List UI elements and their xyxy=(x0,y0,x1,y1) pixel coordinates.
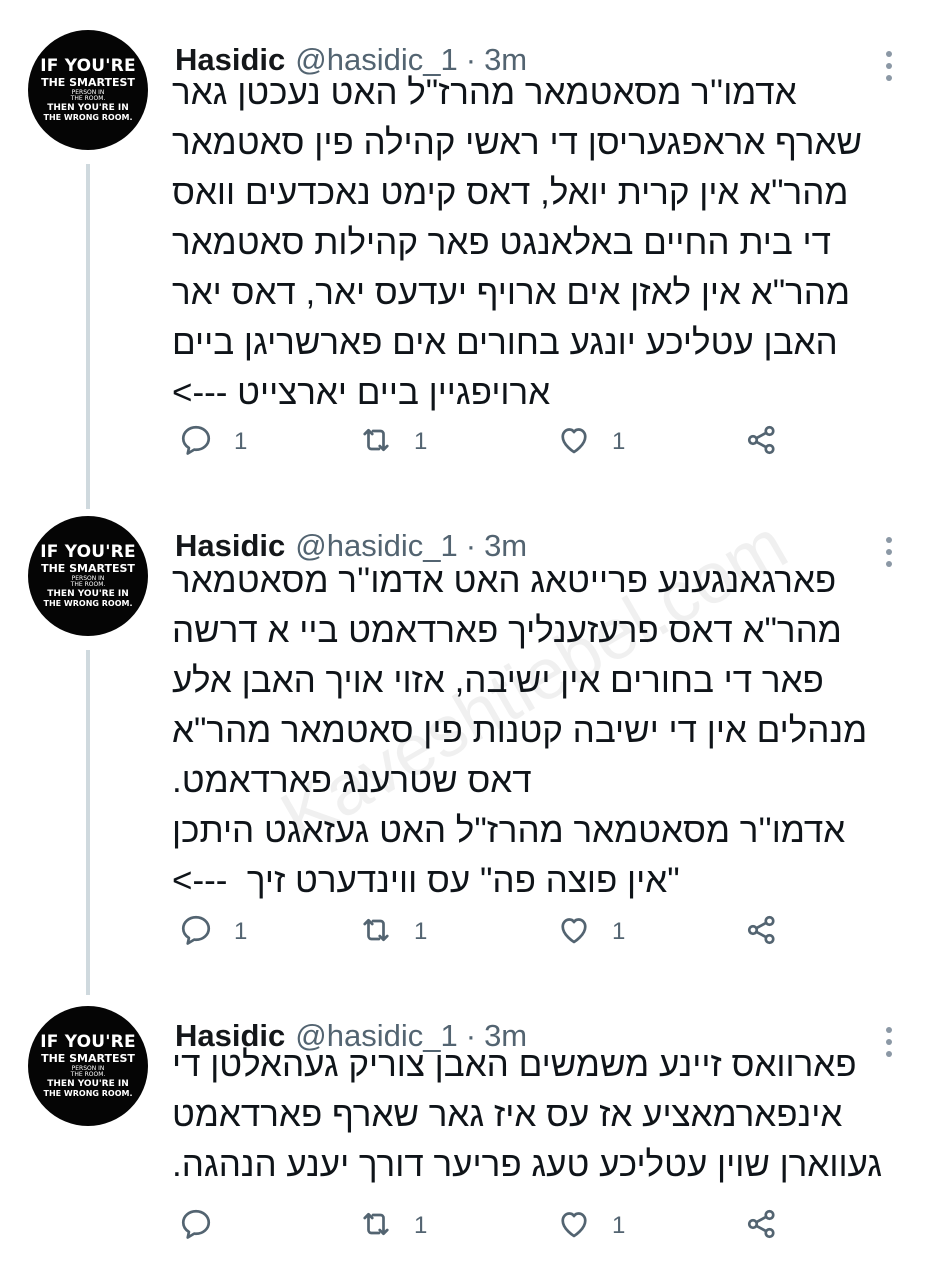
retweet-count: 1 xyxy=(414,918,428,945)
tweet[interactable]: IF YOU'RE THE SMARTEST PERSON IN THE ROO… xyxy=(0,24,937,509)
tweet-actions: 1 1 1 xyxy=(178,912,898,952)
reply-icon xyxy=(178,422,214,463)
like-button[interactable]: 1 xyxy=(556,422,625,462)
retweet-button[interactable]: 1 xyxy=(358,422,427,462)
avatar-text: THE WRONG ROOM. xyxy=(43,1089,133,1098)
like-count: 1 xyxy=(612,1212,626,1239)
tweet-text: פארוואס זיינע משמשים האבן צוריק געהאלטן … xyxy=(172,1045,883,1184)
tweet[interactable]: IF YOU'RE THE SMARTEST PERSON IN THE ROO… xyxy=(0,510,937,995)
retweet-icon xyxy=(358,422,394,463)
tweet-text: אדמו''ר מסאטמאר מהרז"ל האט נעכטן גאר שאר… xyxy=(172,73,863,412)
avatar-text: THE SMARTEST xyxy=(41,562,135,575)
avatar-text: THEN YOU'RE IN xyxy=(47,589,129,599)
share-icon xyxy=(744,422,780,463)
thread-line xyxy=(86,650,90,995)
avatar[interactable]: IF YOU'RE THE SMARTEST PERSON IN THE ROO… xyxy=(28,1006,148,1126)
avatar-text: THE SMARTEST xyxy=(41,76,135,89)
heart-icon xyxy=(556,1206,592,1247)
heart-icon xyxy=(556,912,592,953)
avatar-text: PERSON IN THE ROOM. xyxy=(70,575,106,588)
share-button[interactable] xyxy=(744,912,780,952)
avatar-text: PERSON IN THE ROOM. xyxy=(70,89,106,102)
retweet-button[interactable]: 1 xyxy=(358,912,427,952)
share-button[interactable] xyxy=(744,422,780,462)
reply-icon xyxy=(178,912,214,953)
avatar-text: IF YOU'RE xyxy=(40,56,136,76)
tweet-actions: 1 1 1 xyxy=(178,422,898,462)
avatar-text: IF YOU'RE xyxy=(40,1032,136,1052)
reply-count: 1 xyxy=(234,428,248,455)
retweet-count: 1 xyxy=(414,1212,428,1239)
avatar-text: THE WRONG ROOM. xyxy=(43,599,133,608)
avatar-text: PERSON IN THE ROOM. xyxy=(70,1065,106,1078)
share-button[interactable] xyxy=(744,1206,780,1246)
retweet-icon xyxy=(358,912,394,953)
avatar-text: THEN YOU'RE IN xyxy=(47,1079,129,1089)
avatar-text: THE WRONG ROOM. xyxy=(43,113,133,122)
avatar[interactable]: IF YOU'RE THE SMARTEST PERSON IN THE ROO… xyxy=(28,516,148,636)
tweet-actions: 1 1 xyxy=(178,1206,898,1246)
avatar-text: THEN YOU'RE IN xyxy=(47,103,129,113)
like-button[interactable]: 1 xyxy=(556,1206,625,1246)
reply-count: 1 xyxy=(234,918,248,945)
reply-button[interactable] xyxy=(178,1206,234,1246)
like-count: 1 xyxy=(612,918,626,945)
heart-icon xyxy=(556,422,592,463)
retweet-button[interactable]: 1 xyxy=(358,1206,427,1246)
reply-button[interactable]: 1 xyxy=(178,912,247,952)
like-count: 1 xyxy=(612,428,626,455)
share-icon xyxy=(744,912,780,953)
tweet[interactable]: IF YOU'RE THE SMARTEST PERSON IN THE ROO… xyxy=(0,1000,937,1270)
like-button[interactable]: 1 xyxy=(556,912,625,952)
reply-icon xyxy=(178,1206,214,1247)
tweet-text: פארגאנגענע פרייטאג האט אדמו''ר מסאטמאר מ… xyxy=(172,561,868,900)
reply-button[interactable]: 1 xyxy=(178,422,247,462)
thread-line xyxy=(86,164,90,509)
avatar-text: IF YOU'RE xyxy=(40,542,136,562)
retweet-count: 1 xyxy=(414,428,428,455)
avatar-text: THE SMARTEST xyxy=(41,1052,135,1065)
share-icon xyxy=(744,1206,780,1247)
avatar[interactable]: IF YOU'RE THE SMARTEST PERSON IN THE ROO… xyxy=(28,30,148,150)
retweet-icon xyxy=(358,1206,394,1247)
